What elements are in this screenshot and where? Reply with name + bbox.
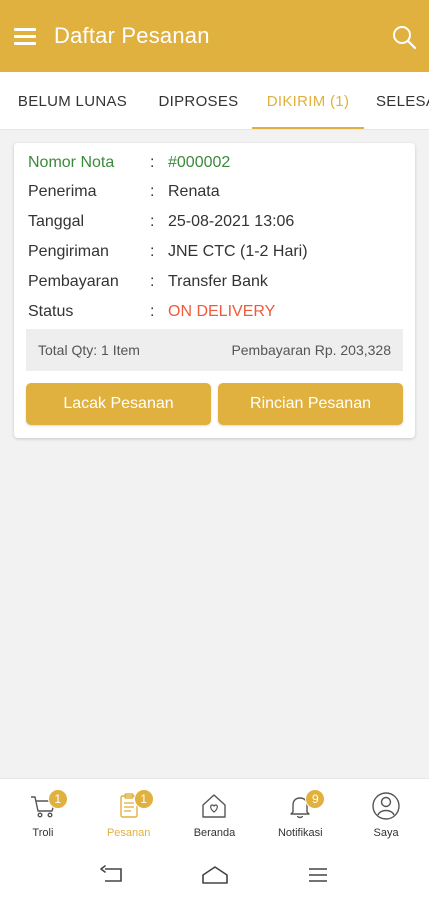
total-qty: Total Qty: 1 Item: [38, 342, 140, 358]
nav-item-pesanan[interactable]: 1 Pesanan: [86, 779, 172, 850]
separator: :: [150, 273, 155, 290]
nav-item-beranda[interactable]: Beranda: [172, 779, 258, 850]
status-label: Status: [28, 303, 74, 320]
status-value: ON DELIVERY: [168, 303, 276, 320]
home-button-icon[interactable]: [200, 863, 230, 887]
separator: :: [150, 213, 155, 230]
separator: :: [150, 183, 155, 200]
nav-item-troli[interactable]: 1 Troli: [0, 779, 86, 850]
shipping-row: Pengiriman : JNE CTC (1-2 Hari): [28, 241, 308, 263]
order-detail-button[interactable]: Rincian Pesanan: [218, 383, 403, 425]
separator: :: [150, 154, 155, 171]
nav-item-saya[interactable]: Saya: [343, 779, 429, 850]
payment-total: Pembayaran Rp. 203,328: [231, 342, 391, 358]
recipient-row: Penerima : Renata: [28, 181, 220, 203]
order-summary: Total Qty: 1 Item Pembayaran Rp. 203,328: [26, 329, 403, 371]
order-status-tabs: BELUM LUNAS DIPROSES DIKIRIM (1) SELESAI: [0, 72, 429, 130]
date-value: 25-08-2021 13:06: [168, 213, 295, 230]
nav-label-pesanan: Pesanan: [106, 827, 151, 839]
nav-label-beranda: Beranda: [193, 827, 236, 839]
order-card: Nomor Nota : #000002 Penerima : Renata T…: [14, 143, 415, 438]
order-number-value: #000002: [168, 154, 231, 171]
back-icon[interactable]: [97, 863, 127, 887]
tab-belum-lunas[interactable]: BELUM LUNAS: [0, 72, 145, 129]
recent-apps-icon[interactable]: [303, 863, 333, 887]
home-icon: [202, 794, 227, 818]
search-icon[interactable]: [391, 24, 417, 50]
recipient-label: Penerima: [28, 183, 97, 200]
shipping-label: Pengiriman: [28, 243, 109, 260]
recipient-value: Renata: [168, 183, 220, 200]
order-number-row: Nomor Nota : #000002: [28, 152, 230, 174]
payment-method-value: Transfer Bank: [168, 273, 268, 290]
date-row: Tanggal : 25-08-2021 13:06: [28, 211, 294, 233]
hamburger-menu-icon[interactable]: [14, 23, 40, 49]
status-row: Status : ON DELIVERY: [28, 301, 275, 323]
bottom-navigation: 1 Troli 1 Pesanan Beranda 9 Notifikasi S…: [0, 778, 429, 850]
order-number-label: Nomor Nota: [28, 154, 115, 171]
notification-badge: 9: [305, 789, 326, 809]
nav-item-notifikasi[interactable]: 9 Notifikasi: [257, 779, 343, 850]
tab-dikirim[interactable]: DIKIRIM (1): [252, 72, 364, 129]
system-navigation-bar: [0, 850, 429, 900]
track-order-button[interactable]: Lacak Pesanan: [26, 383, 211, 425]
cart-badge: 1: [47, 789, 68, 809]
nav-label-troli: Troli: [32, 827, 54, 839]
nav-label-notifikasi: Notifikasi: [277, 827, 323, 839]
app-bar: Daftar Pesanan: [0, 0, 429, 72]
separator: :: [150, 243, 155, 260]
payment-method-row: Pembayaran : Transfer Bank: [28, 271, 268, 293]
page-title: Daftar Pesanan: [54, 23, 210, 48]
user-icon: [372, 792, 400, 820]
tab-selesai[interactable]: SELESAI: [364, 72, 429, 129]
payment-method-label: Pembayaran: [28, 273, 119, 290]
date-label: Tanggal: [28, 213, 85, 230]
nav-label-saya: Saya: [373, 827, 399, 839]
shipping-value: JNE CTC (1-2 Hari): [168, 243, 308, 260]
orders-badge: 1: [133, 789, 154, 809]
tab-diproses[interactable]: DIPROSES: [145, 72, 252, 129]
separator: :: [150, 303, 155, 320]
